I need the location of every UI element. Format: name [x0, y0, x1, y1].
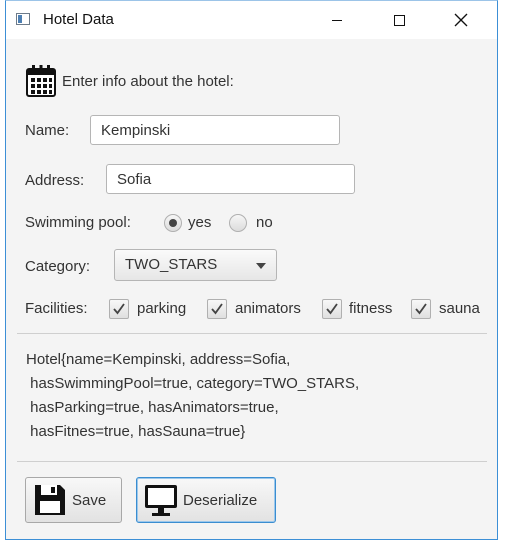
chevron-down-icon [256, 263, 266, 269]
facilities-label: Facilities: [25, 300, 88, 317]
maximize-button[interactable] [376, 1, 422, 39]
animators-label[interactable]: animators [235, 300, 301, 317]
sauna-label[interactable]: sauna [439, 300, 480, 317]
category-select[interactable]: TWO_STARS [114, 249, 277, 281]
name-field[interactable] [90, 115, 340, 145]
pool-yes-radio[interactable] [164, 214, 182, 232]
category-label: Category: [25, 258, 91, 275]
separator-top [17, 333, 487, 334]
sauna-checkbox[interactable] [411, 299, 431, 319]
swimming-pool-label: Swimming pool: [25, 214, 131, 231]
category-selected-value: TWO_STARS [125, 256, 218, 273]
fitness-label[interactable]: fitness [349, 300, 392, 317]
separator-bottom [17, 461, 487, 462]
output-line: Hotel{name=Kempinski, address=Sofia, [26, 351, 291, 368]
checkmark-icon [326, 303, 338, 315]
parking-checkbox[interactable] [109, 299, 129, 319]
checkmark-icon [113, 303, 125, 315]
parking-label[interactable]: parking [137, 300, 186, 317]
form-header-label: Enter info about the hotel: [62, 72, 234, 90]
name-label: Name: [25, 122, 70, 139]
app-window-icon [16, 13, 30, 25]
pool-no-radio[interactable] [229, 214, 247, 232]
title-bar[interactable]: Hotel Data [6, 1, 497, 39]
deserialize-button-label: Deserialize [183, 491, 258, 509]
hotel-output-text: Hotel{name=Kempinski, address=Sofia, has… [26, 348, 476, 444]
address-label: Address: [25, 172, 85, 189]
deserialize-button[interactable]: Deserialize [136, 477, 276, 523]
animators-checkbox[interactable] [207, 299, 227, 319]
app-window: Hotel Data Enter info about the hotel: N… [5, 0, 498, 540]
address-field[interactable] [106, 164, 355, 194]
close-icon [454, 13, 468, 27]
output-line: hasFitnes=true, hasSauna=true} [26, 423, 246, 440]
floppy-disk-icon [35, 485, 65, 515]
close-button[interactable] [438, 1, 484, 39]
output-line: hasParking=true, hasAnimators=true, [26, 399, 279, 416]
checkmark-icon [415, 303, 427, 315]
maximize-icon [393, 14, 405, 26]
save-button[interactable]: Save [25, 477, 122, 523]
minimize-icon [332, 19, 342, 21]
form-header: Enter info about the hotel: [26, 65, 234, 97]
pool-yes-label[interactable]: yes [188, 214, 211, 231]
checkmark-icon [211, 303, 223, 315]
window-title: Hotel Data [43, 11, 114, 28]
monitor-icon [145, 485, 177, 516]
minimize-button[interactable] [314, 1, 360, 39]
calendar-icon [26, 65, 56, 97]
fitness-checkbox[interactable] [322, 299, 342, 319]
pool-no-label[interactable]: no [256, 214, 273, 231]
save-button-label: Save [72, 491, 107, 509]
output-line: hasSwimmingPool=true, category=TWO_STARS… [26, 375, 360, 392]
